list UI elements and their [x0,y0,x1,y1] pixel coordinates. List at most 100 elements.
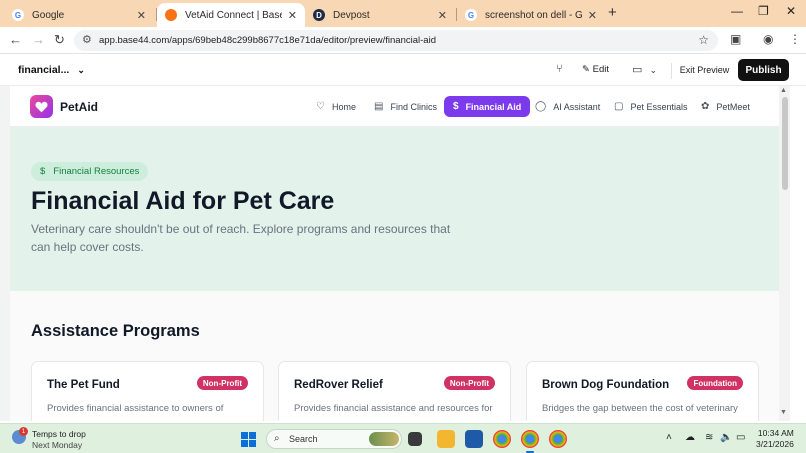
back-icon[interactable]: ← [9,32,22,47]
search-icon: ⌕ [274,433,280,444]
microsoft-store-icon[interactable] [465,430,483,448]
chevron-up-icon[interactable]: ˄ [666,432,672,443]
toolbar-divider [671,63,672,79]
nav-label: Find Clinics [390,101,437,112]
browser-tab-devpost[interactable]: D Devpost ✕ [305,3,455,27]
window-close-icon[interactable]: ✕ [786,4,796,18]
program-description: Provides financial assistance to owners … [47,403,224,414]
notification-badge: 1 [19,427,28,436]
minimize-icon[interactable]: — [731,4,743,18]
url-text: app.base44.com/apps/69beb48c299b8677c18e… [99,35,436,46]
nav-petmeet[interactable]: ✿ PetMeet [701,96,750,117]
magic-wand-icon: ✎ [582,64,590,75]
cloud-sync-off-icon[interactable]: ☁ [685,432,695,443]
program-type-badge: Non-Profit [443,376,495,390]
scroll-up-arrow-icon[interactable]: ▲ [780,87,787,94]
site-info-icon[interactable]: ⚙ [82,33,92,46]
browser-tab-bar: G Google ✕ VetAid Connect | Base44 ✕ D D… [0,0,806,27]
nav-home[interactable]: ♡ Home [316,96,356,117]
pill-label: Financial Resources [53,166,140,177]
nav-label: Pet Essentials [630,101,688,112]
forward-icon[interactable]: → [32,32,45,47]
browser-tab-google[interactable]: G Google ✕ [4,3,154,27]
close-tab-icon[interactable]: ✕ [288,9,297,22]
chevron-down-icon: ⌄ [77,65,85,75]
edit-button[interactable]: ✎ Edit [582,64,609,75]
url-field[interactable]: ⚙ app.base44.com/apps/69beb48c299b8677c1… [74,30,718,51]
paw-icon: ✿ [701,101,710,112]
git-branch-icon[interactable]: ⑂ [556,63,563,75]
close-tab-icon[interactable]: ✕ [588,9,597,22]
search-highlight-image [369,432,399,446]
assistance-programs-heading: Assistance Programs [31,322,200,340]
google-favicon-icon: G [12,9,24,21]
chevron-down-icon: ⌄ [649,65,658,75]
exit-preview-button[interactable]: Exit Preview [676,59,733,81]
program-card[interactable]: Brown Dog Foundation Foundation Bridges … [526,361,759,421]
chrome-menu-icon[interactable]: ⋮ [789,32,801,46]
restore-icon[interactable]: ❐ [758,4,769,18]
taskbar-search-box[interactable]: ⌕ Search [266,429,402,449]
nav-pet-essentials[interactable]: ▢ Pet Essentials [614,96,687,117]
chrome-profile-icon[interactable] [521,430,539,448]
clock-date: 3/21/2026 [756,439,794,449]
program-type-badge: Non-Profit [196,376,248,390]
edit-label: Edit [592,64,609,75]
new-tab-icon[interactable]: + [608,4,617,21]
tab-title: Google [32,9,65,21]
nav-label: Home [331,101,356,112]
search-label: Search [289,434,318,444]
windows-start-icon[interactable] [241,432,256,447]
wifi-icon[interactable]: ≋ [705,432,713,443]
profile-icon[interactable]: ◉ [763,32,773,46]
petaid-logo[interactable] [30,95,53,118]
map-icon: ▤ [374,101,384,112]
scrollbar-thumb[interactable] [782,97,788,190]
bookmark-star-icon[interactable]: ☆ [698,33,709,47]
brand-name: PetAid [60,100,99,114]
reload-icon[interactable]: ↻ [54,32,65,48]
program-card[interactable]: The Pet Fund Non-Profit Provides financi… [31,361,264,421]
chrome-icon[interactable] [493,430,511,448]
nav-label: Financial Aid [465,101,522,112]
publish-button[interactable]: Publish [738,59,789,81]
page-title: Financial Aid for Pet Care [31,187,335,215]
chrome-profile-icon[interactable] [549,430,567,448]
program-card[interactable]: RedRover Relief Non-Profit Provides fina… [278,361,511,421]
close-tab-icon[interactable]: ✕ [438,9,447,22]
cast-icon[interactable]: ▣ [730,32,741,46]
file-explorer-icon[interactable] [437,430,455,448]
nav-ai-assistant[interactable]: ◯ AI Assistant [535,96,600,117]
scroll-down-arrow-icon[interactable]: ▼ [780,409,787,416]
task-view-icon[interactable] [408,432,422,446]
app-header: PetAid ♡ Home ▤ Find Clinics $ Financial… [10,86,779,127]
preview-scrollbar[interactable]: ▲ ▼ [779,86,790,421]
volume-muted-icon[interactable]: 🔈 [720,432,732,443]
address-bar-row: ← → ↻ ⚙ app.base44.com/apps/69beb48c299b… [0,27,806,54]
browser-tab-vetaid[interactable]: VetAid Connect | Base44 ✕ [157,3,305,27]
nav-find-clinics[interactable]: ▤ Find Clinics [374,96,437,117]
tab-title: screenshot on dell - Google Se [485,9,582,21]
program-description: Provides financial assistance and resour… [294,403,493,414]
heart-icon: ♡ [316,101,325,112]
tab-title: Devpost [333,9,370,21]
editor-toolbar: financial... ⌄ ⑂ ✎ Edit ▭ ⌄ Exit Preview … [0,55,806,86]
tab-title: VetAid Connect | Base44 [185,9,282,21]
program-title: The Pet Fund [47,379,120,391]
system-clock[interactable]: 10:34 AM 3/21/2026 [756,428,794,450]
dollar-icon: $ [40,166,46,177]
chat-icon: ◯ [535,101,547,112]
program-title: RedRover Relief [294,379,383,391]
google-favicon-icon: G [465,9,477,21]
dollar-icon: $ [453,101,459,112]
browser-tab-google-search[interactable]: G screenshot on dell - Google Se ✕ [457,3,605,27]
device-preview-selector[interactable]: ▭ ⌄ [632,63,657,76]
clock-time: 10:34 AM [757,428,794,438]
project-selector[interactable]: financial... ⌄ [18,64,85,76]
page-subtitle: Veterinary care shouldn't be out of reac… [31,222,451,254]
financial-resources-pill: $ Financial Resources [31,162,149,181]
devpost-favicon-icon: D [313,9,325,21]
close-tab-icon[interactable]: ✕ [137,9,146,22]
battery-icon[interactable]: ▭ [736,432,745,443]
nav-financial-aid[interactable]: $ Financial Aid [444,96,531,117]
